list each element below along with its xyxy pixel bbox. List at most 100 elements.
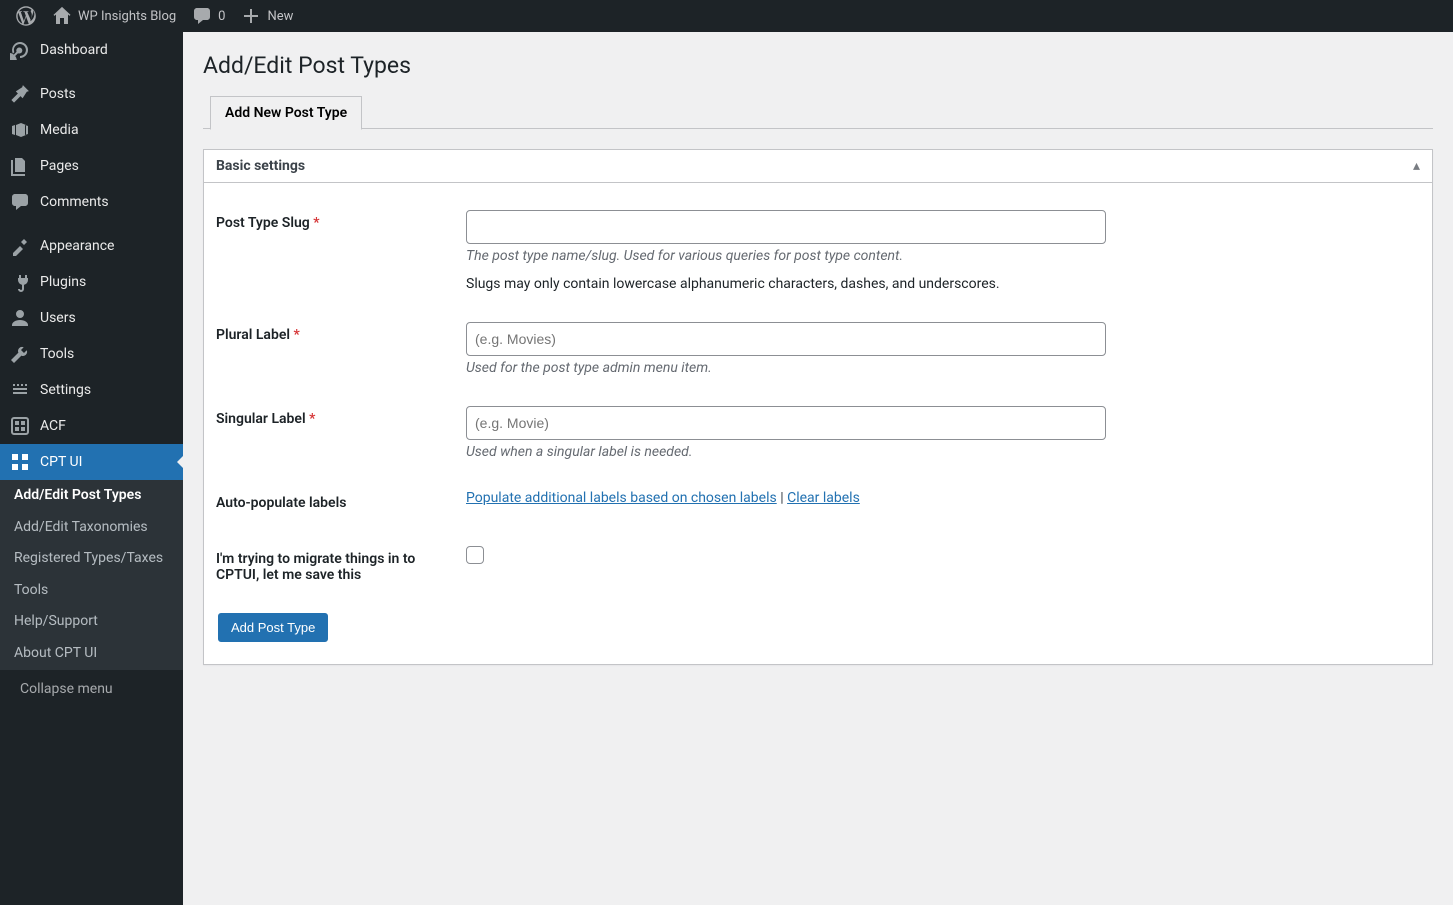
panel-toggle[interactable]: ▴ [1413,158,1420,174]
post-type-slug-input[interactable] [466,210,1106,244]
pin-icon [10,84,30,104]
collapse-label: Collapse menu [20,681,113,697]
button-label: Add Post Type [231,620,315,635]
chevron-up-icon: ▴ [1413,158,1420,174]
users-icon [10,308,30,328]
submenu-label: Help/Support [14,613,98,629]
nav-tabs: Add New Post Type [203,95,1433,129]
link-separator: | [777,490,787,506]
required-indicator: * [294,327,300,343]
field-row-migrate: I'm trying to migrate things in to CPTUI… [216,531,1420,603]
field-note: Slugs may only contain lowercase alphanu… [466,276,1410,292]
tab-add-new-post-type[interactable]: Add New Post Type [210,96,362,130]
sidebar-item-users[interactable]: Users [0,300,183,336]
populate-labels-link[interactable]: Populate additional labels based on chos… [466,490,777,506]
sidebar-item-label: Settings [40,382,91,398]
panel-title: Basic settings [216,158,305,174]
sidebar-item-cptui[interactable]: CPT UI [0,444,183,480]
sidebar-item-acf[interactable]: ACF [0,408,183,444]
field-description: The post type name/slug. Used for variou… [466,248,1410,264]
submenu-item-registered-types-taxes[interactable]: Registered Types/Taxes [0,543,183,575]
page-title: Add/Edit Post Types [203,42,1433,85]
settings-icon [10,380,30,400]
singular-label-input[interactable] [466,406,1106,440]
plus-icon [241,6,261,26]
field-row-plural: Plural Label * Used for the post type ad… [216,307,1420,391]
main-content: Add/Edit Post Types Add New Post Type Ba… [183,0,1453,705]
comments-link[interactable]: 0 [184,0,233,32]
field-row-auto-populate: Auto-populate labels Populate additional… [216,475,1420,531]
site-name: WP Insights Blog [78,9,176,24]
add-post-type-button[interactable]: Add Post Type [218,613,328,642]
tab-label: Add New Post Type [225,105,347,121]
admin-sidebar: Dashboard Posts Media Pages Comments App… [0,32,183,905]
site-name-link[interactable]: WP Insights Blog [44,0,184,32]
appearance-icon [10,236,30,256]
sidebar-item-label: Appearance [40,238,114,254]
field-label: Auto-populate labels [216,495,346,511]
collapse-menu[interactable]: Collapse menu [0,670,183,707]
media-icon [10,120,30,140]
migrate-checkbox[interactable] [466,546,484,564]
pages-icon [10,156,30,176]
sidebar-item-posts[interactable]: Posts [0,76,183,112]
field-label: I'm trying to migrate things in to CPTUI… [216,551,415,583]
field-label: Post Type Slug [216,215,310,231]
submenu-label: Add/Edit Post Types [14,487,141,503]
plural-label-input[interactable] [466,322,1106,356]
sidebar-item-media[interactable]: Media [0,112,183,148]
comment-icon [192,6,212,26]
dashboard-icon [10,40,30,60]
field-label: Plural Label [216,327,290,343]
field-label: Singular Label [216,411,306,427]
panel-body: Post Type Slug * The post type name/slug… [204,183,1432,664]
comments-icon [10,192,30,212]
admin-bar: WP Insights Blog 0 New [0,0,1453,32]
sidebar-item-label: ACF [40,418,66,434]
required-indicator: * [309,411,315,427]
plugins-icon [10,272,30,292]
sidebar-item-label: Users [40,310,76,326]
field-description: Used for the post type admin menu item. [466,360,1410,376]
sidebar-item-pages[interactable]: Pages [0,148,183,184]
sidebar-item-label: CPT UI [40,454,82,470]
sidebar-item-appearance[interactable]: Appearance [0,228,183,264]
sidebar-item-settings[interactable]: Settings [0,372,183,408]
wordpress-icon [16,6,36,26]
sidebar-item-label: Dashboard [40,42,108,58]
sidebar-item-comments[interactable]: Comments [0,184,183,220]
cptui-icon [10,452,30,472]
submenu-item-about-cpt-ui[interactable]: About CPT UI [0,638,183,670]
required-indicator: * [313,215,319,231]
sidebar-item-tools[interactable]: Tools [0,336,183,372]
clear-labels-link[interactable]: Clear labels [787,490,860,506]
sidebar-item-label: Media [40,122,79,138]
panel-basic-settings: Basic settings ▴ Post Type Slug * The po… [203,149,1433,665]
sidebar-submenu-cptui: Add/Edit Post Types Add/Edit Taxonomies … [0,480,183,670]
panel-header: Basic settings ▴ [204,150,1432,183]
sidebar-item-plugins[interactable]: Plugins [0,264,183,300]
sidebar-separator [0,68,183,76]
new-label: New [267,9,293,24]
submenu-label: Tools [14,582,48,598]
sidebar-item-label: Plugins [40,274,86,290]
sidebar-item-label: Comments [40,194,109,210]
submenu-item-tools[interactable]: Tools [0,575,183,607]
sidebar-item-label: Pages [40,158,79,174]
submenu-item-add-edit-post-types[interactable]: Add/Edit Post Types [0,480,183,512]
submenu-item-add-edit-taxonomies[interactable]: Add/Edit Taxonomies [0,512,183,544]
field-row-singular: Singular Label * Used when a singular la… [216,391,1420,475]
sidebar-item-label: Posts [40,86,76,102]
home-icon [52,6,72,26]
sidebar-item-label: Tools [40,346,74,362]
field-description: Used when a singular label is needed. [466,444,1410,460]
field-row-slug: Post Type Slug * The post type name/slug… [216,195,1420,307]
new-content-link[interactable]: New [233,0,301,32]
submenu-label: Registered Types/Taxes [14,550,163,566]
tools-icon [10,344,30,364]
wp-logo[interactable] [8,0,44,32]
sidebar-item-dashboard[interactable]: Dashboard [0,32,183,68]
submenu-item-help-support[interactable]: Help/Support [0,606,183,638]
submenu-label: Add/Edit Taxonomies [14,519,148,535]
submenu-label: About CPT UI [14,645,97,661]
